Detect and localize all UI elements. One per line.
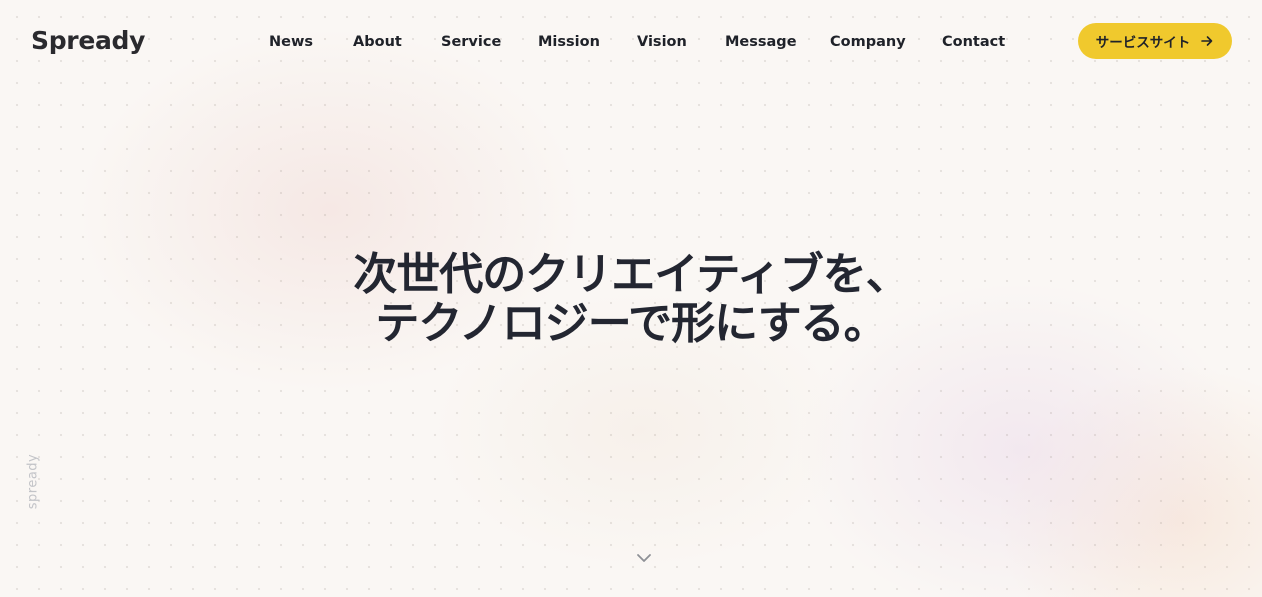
service-site-button-label: サービスサイト: [1095, 35, 1191, 51]
vertical-brand-text: spready: [25, 453, 41, 509]
nav-item-news[interactable]: News: [269, 30, 313, 54]
site-header: Spready News About Service Mission Visio…: [0, 0, 1262, 84]
nav-item-about[interactable]: About: [353, 30, 402, 54]
nav-item-mission[interactable]: Mission: [538, 30, 600, 54]
nav-item-company[interactable]: Company: [830, 30, 906, 54]
nav-item-message[interactable]: Message: [725, 30, 797, 54]
chevron-down-icon[interactable]: [634, 548, 654, 568]
arrow-right-icon: [1201, 36, 1213, 46]
hero-heading: 次世代のクリエイティブを、 テクノロジーで形にする。: [0, 250, 1262, 348]
hero-line-2: テクノロジーで形にする。: [375, 298, 887, 349]
main-nav: News About Service Mission Vision Messag…: [0, 30, 1262, 54]
vertical-brand-label: spready: [24, 452, 42, 510]
nav-item-service[interactable]: Service: [441, 30, 501, 54]
nav-item-vision[interactable]: Vision: [637, 30, 687, 54]
hero-line-1: 次世代のクリエイティブを、: [353, 249, 909, 300]
service-site-button[interactable]: サービスサイト: [1078, 23, 1232, 59]
nav-item-contact[interactable]: Contact: [942, 30, 1005, 54]
